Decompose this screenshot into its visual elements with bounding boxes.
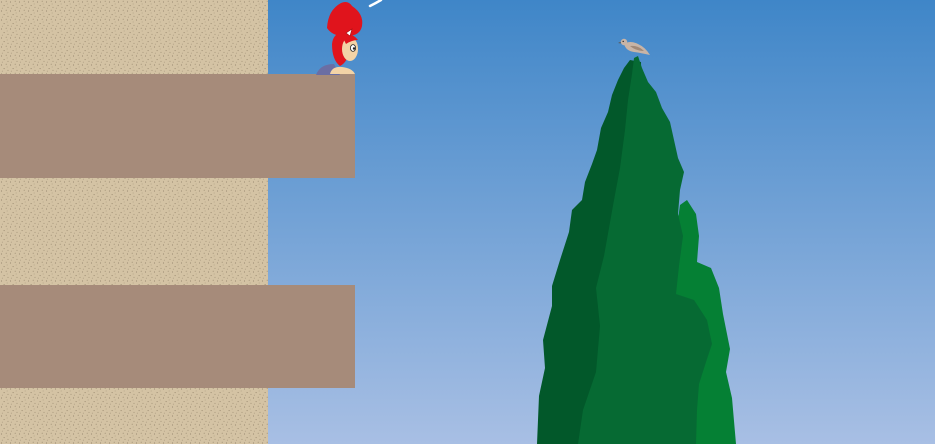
bird-head [620, 38, 628, 46]
balcony-lower[interactable] [0, 285, 355, 388]
character-pupil [352, 47, 356, 50]
balcony-upper[interactable] [0, 74, 355, 178]
bird-eye [622, 40, 624, 43]
game-scene [0, 0, 935, 444]
